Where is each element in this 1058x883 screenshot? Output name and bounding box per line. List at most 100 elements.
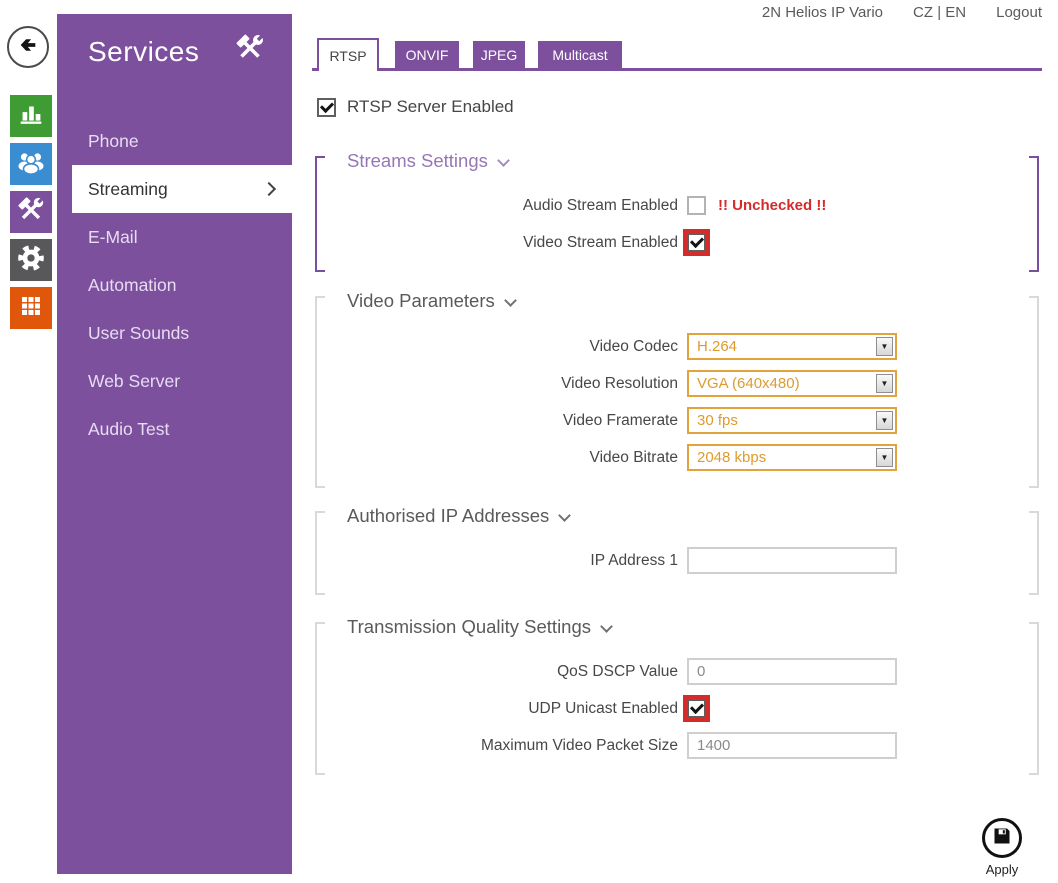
logout-link[interactable]: Logout [996, 4, 1042, 21]
sidebar-item-services[interactable] [10, 191, 52, 233]
top-header: 2N Helios IP Vario CZ | EN Logout [762, 4, 1042, 21]
field-label: Video Codec [312, 338, 678, 356]
rtsp-server-enabled-row: RTSP Server Enabled [317, 97, 514, 117]
unchecked-annotation: !! Unchecked !! [718, 197, 826, 214]
section-rows: Audio Stream Enabled !! Unchecked !! Vid… [312, 187, 1042, 261]
tools-icon [16, 195, 46, 230]
section-header[interactable]: Transmission Quality Settings [347, 616, 611, 638]
sidebar-item-email[interactable]: E-Mail [57, 213, 292, 261]
select-value: 30 fps [697, 412, 738, 429]
tab-onvif[interactable]: ONVIF [395, 41, 459, 68]
maximum-video-packet-size-input[interactable] [687, 732, 897, 759]
tab-bar: RTSP ONVIF JPEG Multicast [312, 38, 1042, 71]
field-label: Video Bitrate [312, 449, 678, 467]
field-label: QoS DSCP Value [312, 663, 678, 681]
page: 2N Helios IP Vario CZ | EN Logout [0, 0, 1058, 883]
field-label: IP Address 1 [312, 552, 678, 570]
section-title: Authorised IP Addresses [347, 505, 549, 527]
bar-chart-icon [16, 99, 46, 134]
page-title: Services [88, 36, 199, 68]
sidebar-item-automation[interactable]: Automation [57, 261, 292, 309]
sidebar-item-phone[interactable]: Phone [57, 117, 292, 165]
udp-unicast-enabled-row: UDP Unicast Enabled [312, 690, 1042, 727]
sidebar-item-directory[interactable] [10, 143, 52, 185]
field-label: Video Stream Enabled [312, 234, 678, 252]
video-stream-enabled-checkbox[interactable] [687, 233, 706, 252]
section-streams-settings: Streams Settings Audio Stream Enabled !!… [312, 148, 1042, 272]
video-framerate-row: Video Framerate 30 fps ▼ [312, 402, 1042, 439]
gear-icon [15, 242, 47, 279]
tab-jpeg[interactable]: JPEG [473, 41, 525, 68]
video-resolution-select[interactable]: VGA (640x480) ▼ [687, 370, 897, 397]
chevron-down-icon [558, 509, 571, 522]
dropdown-arrow-icon[interactable]: ▼ [876, 448, 893, 467]
sidebar-item-web-server[interactable]: Web Server [57, 357, 292, 405]
qos-dscp-value-row: QoS DSCP Value [312, 653, 1042, 690]
field-label: Audio Stream Enabled [312, 197, 678, 215]
select-value: H.264 [697, 338, 737, 355]
section-rows: IP Address 1 [312, 542, 1042, 579]
tab-multicast[interactable]: Multicast [538, 41, 622, 68]
sidebar-item-status[interactable] [10, 95, 52, 137]
section-title: Streams Settings [347, 150, 488, 172]
ip-address-1-row: IP Address 1 [312, 542, 1042, 579]
section-header[interactable]: Streams Settings [347, 150, 508, 172]
audio-stream-enabled-checkbox[interactable] [687, 196, 706, 215]
apply-button-label: Apply [972, 862, 1032, 877]
language-switcher[interactable]: CZ | EN [913, 4, 966, 21]
sidebar-item-label: User Sounds [88, 323, 189, 343]
maximum-video-packet-size-row: Maximum Video Packet Size [312, 727, 1042, 764]
video-bitrate-select[interactable]: 2048 kbps ▼ [687, 444, 897, 471]
field-label: UDP Unicast Enabled [312, 700, 678, 718]
sidebar-item-user-sounds[interactable]: User Sounds [57, 309, 292, 357]
services-sidebar: Services Phone Streaming E-Mai [57, 14, 292, 874]
tab-underline [312, 68, 1042, 71]
back-arrow-icon [16, 33, 40, 62]
sidebar-item-system[interactable] [10, 239, 52, 281]
chevron-down-icon [504, 294, 517, 307]
chevron-down-icon [600, 620, 613, 633]
udp-unicast-enabled-checkbox[interactable] [687, 699, 706, 718]
sidebar-item-label: Phone [88, 131, 139, 151]
people-icon [15, 146, 47, 183]
sidebar-item-label: E-Mail [88, 227, 138, 247]
device-name: 2N Helios IP Vario [762, 4, 883, 21]
select-value: 2048 kbps [697, 449, 766, 466]
video-resolution-row: Video Resolution VGA (640x480) ▼ [312, 365, 1042, 402]
sidebar-item-label: Automation [88, 275, 177, 295]
grid-icon [17, 292, 45, 325]
tools-icon [234, 32, 266, 71]
sidebar-item-streaming[interactable]: Streaming [72, 165, 292, 213]
sidebar-item-audio-test[interactable]: Audio Test [57, 405, 292, 453]
apply-button[interactable] [982, 818, 1022, 858]
video-codec-row: Video Codec H.264 ▼ [312, 328, 1042, 365]
sidebar-title-row: Services [57, 14, 292, 71]
dropdown-arrow-icon[interactable]: ▼ [876, 337, 893, 356]
tab-rtsp[interactable]: RTSP [317, 38, 379, 71]
rtsp-server-enabled-checkbox[interactable] [317, 98, 336, 117]
section-header[interactable]: Video Parameters [347, 290, 515, 312]
sidebar-item-label: Web Server [88, 371, 180, 391]
back-button[interactable] [7, 26, 49, 68]
field-label: Video Resolution [312, 375, 678, 393]
dropdown-arrow-icon[interactable]: ▼ [876, 374, 893, 393]
section-authorised-ip-addresses: Authorised IP Addresses IP Address 1 [312, 503, 1042, 595]
ip-address-1-input[interactable] [687, 547, 897, 574]
section-title: Transmission Quality Settings [347, 616, 591, 638]
video-bitrate-row: Video Bitrate 2048 kbps ▼ [312, 439, 1042, 476]
section-header[interactable]: Authorised IP Addresses [347, 505, 569, 527]
section-transmission-quality-settings: Transmission Quality Settings QoS DSCP V… [312, 614, 1042, 775]
section-rows: Video Codec H.264 ▼ Video Resolution VGA… [312, 328, 1042, 476]
video-framerate-select[interactable]: 30 fps ▼ [687, 407, 897, 434]
video-stream-enabled-row: Video Stream Enabled [312, 224, 1042, 261]
rtsp-server-enabled-label: RTSP Server Enabled [347, 97, 514, 117]
field-label: Video Framerate [312, 412, 678, 430]
sidebar-item-label: Audio Test [88, 419, 169, 439]
section-title: Video Parameters [347, 290, 495, 312]
dropdown-arrow-icon[interactable]: ▼ [876, 411, 893, 430]
field-label: Maximum Video Packet Size [312, 737, 678, 755]
video-codec-select[interactable]: H.264 ▼ [687, 333, 897, 360]
audio-stream-enabled-row: Audio Stream Enabled !! Unchecked !! [312, 187, 1042, 224]
sidebar-item-hardware[interactable] [10, 287, 52, 329]
qos-dscp-value-input[interactable] [687, 658, 897, 685]
